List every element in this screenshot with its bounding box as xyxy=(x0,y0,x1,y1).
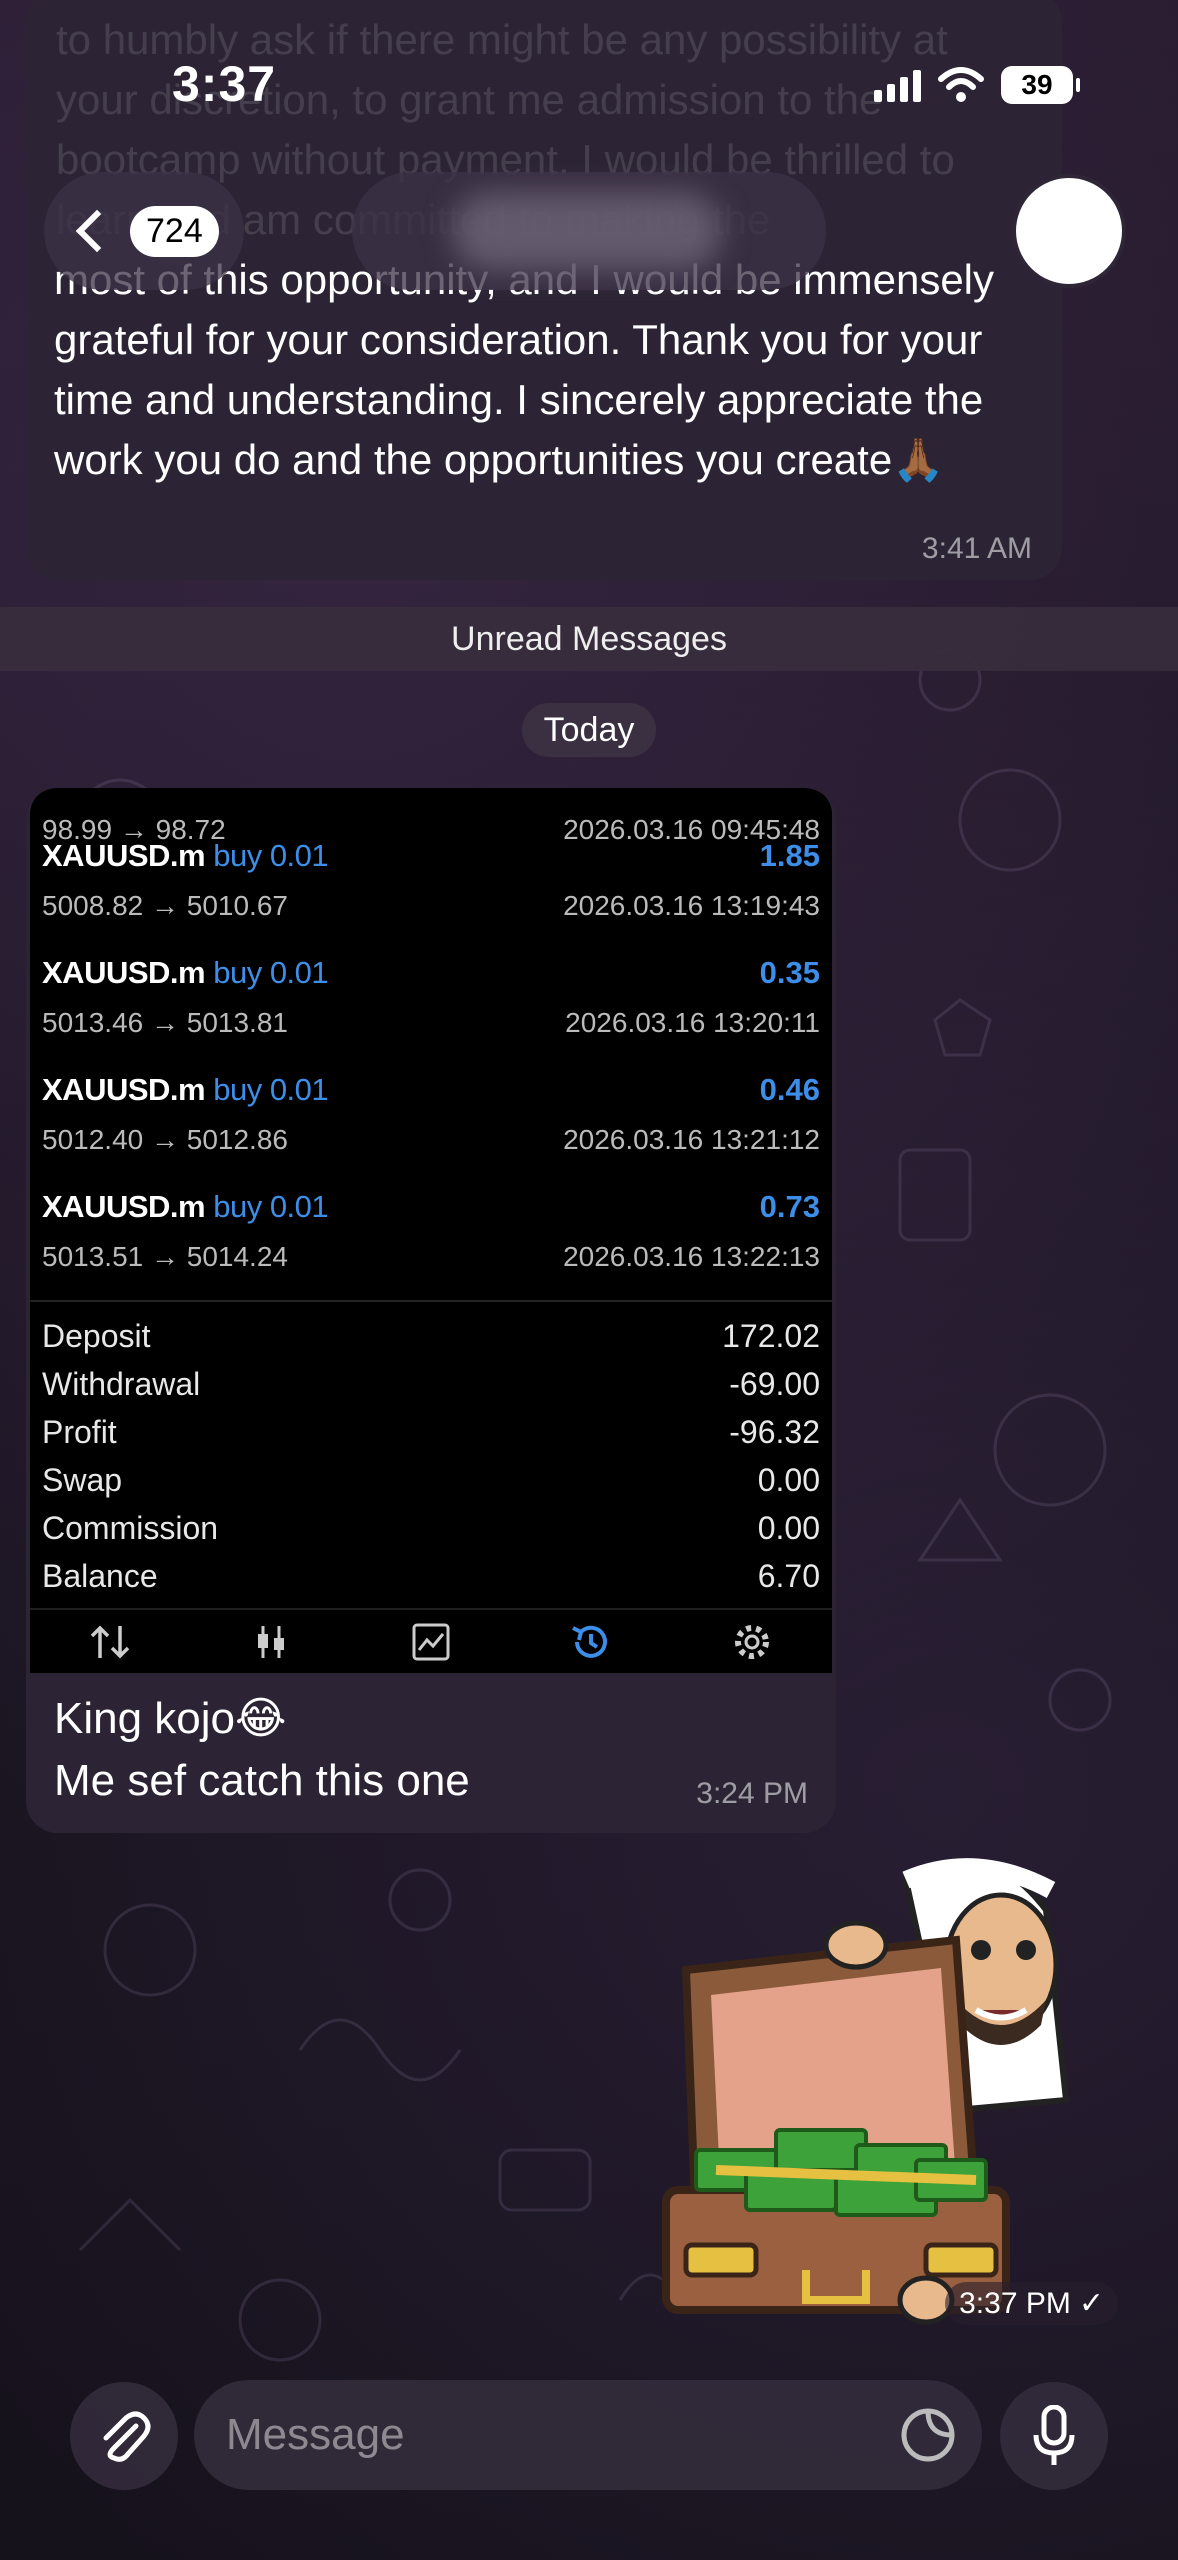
sticker-briefcase xyxy=(662,1935,1010,2314)
message-time: 3:24 PM xyxy=(696,1777,808,1810)
account-summary: Deposit 172.02 Withdrawal -69.00 Profit -96… xyxy=(30,1300,832,1600)
trade-symbol: XAUUSD.m xyxy=(42,955,206,990)
summary-label: Swap xyxy=(42,1461,123,1498)
history-icon xyxy=(561,1617,621,1667)
message-input[interactable]: Message xyxy=(194,2380,982,2490)
trade-time: 2026.03.16 13:22:13 xyxy=(563,1241,820,1272)
message-time: 3:41 AM xyxy=(921,532,1032,565)
sent-check-icon: ✓ xyxy=(1078,2287,1104,2320)
trade-price: 5013.46 → 5013.81 xyxy=(42,1007,288,1038)
blurred-chat-name xyxy=(452,192,722,270)
trade-profit: 1.85 xyxy=(759,838,820,873)
summary-value: 172.02 xyxy=(722,1317,820,1354)
trade-side: buy 0.01 xyxy=(213,1072,329,1107)
sticker-icon[interactable] xyxy=(900,2407,956,2463)
microphone-icon xyxy=(1033,2405,1075,2465)
app-toolbar xyxy=(30,1608,832,1673)
summary-label: Withdrawal xyxy=(42,1365,201,1402)
trade-profit: 0.35 xyxy=(759,955,820,990)
trade-row: XAUUSD.m buy 0.01 1.85 5008.82 → 5010.67… xyxy=(30,824,832,941)
quotes-icon xyxy=(80,1617,140,1667)
trade-time: 2026.03.16 13:20:11 xyxy=(565,1007,820,1038)
sticker-timestamp: 3:37 PM ✓ xyxy=(945,2282,1118,2325)
trade-time: 2026.03.16 13:19:43 xyxy=(563,890,820,921)
chat-title[interactable] xyxy=(352,172,826,290)
status-icons: 39 xyxy=(874,66,1080,104)
avatar[interactable] xyxy=(1012,174,1126,288)
unread-count-badge: 724 xyxy=(130,205,219,257)
back-button[interactable]: 724 xyxy=(44,172,244,290)
trade-price: 5013.51 → 5014.24 xyxy=(42,1241,288,1272)
summary-value: 6.70 xyxy=(757,1557,820,1594)
date-separator: Today xyxy=(522,703,656,757)
chevron-left-icon xyxy=(75,209,119,253)
summary-label: Deposit xyxy=(42,1317,151,1354)
summary-value: 0.00 xyxy=(757,1509,820,1546)
summary-row: Withdrawal -69.00 xyxy=(30,1360,832,1408)
caption-line: Me sef catch this one xyxy=(54,1756,470,1805)
trade-side: buy 0.01 xyxy=(213,1189,329,1224)
trade-symbol: XAUUSD.m xyxy=(42,1189,206,1224)
settings-gear-icon xyxy=(722,1617,782,1667)
summary-value: 0.00 xyxy=(757,1461,820,1498)
trade-chart-icon xyxy=(401,1617,461,1667)
status-time: 3:37 xyxy=(172,56,277,112)
trade-symbol: XAUUSD.m xyxy=(42,838,206,873)
unread-messages-divider: Unread Messages xyxy=(0,607,1178,671)
trade-price: 5012.40 → 5012.86 xyxy=(42,1124,288,1155)
trade-price: 5008.82 → 5010.67 xyxy=(42,890,288,921)
trade-row: XAUUSD.m buy 0.01 0.35 5013.46 → 5013.81… xyxy=(30,941,832,1058)
summary-row: Deposit 172.02 xyxy=(30,1312,832,1360)
message-caption: King kojo😂 Me sef catch this one xyxy=(54,1688,470,1812)
summary-label: Profit xyxy=(42,1413,117,1450)
caption-line: King kojo😂 xyxy=(54,1694,287,1743)
trade-symbol: XAUUSD.m xyxy=(42,1072,206,1107)
summary-row: Swap 0.00 xyxy=(30,1456,832,1504)
message-time: 3:37 PM xyxy=(959,2286,1071,2320)
summary-row: Profit -96.32 xyxy=(30,1408,832,1456)
trade-row: XAUUSD.m buy 0.01 0.46 5012.40 → 5012.86… xyxy=(30,1058,832,1175)
chart-candles-icon xyxy=(241,1617,301,1667)
summary-label: Commission xyxy=(42,1509,219,1546)
trading-history-screenshot[interactable]: 98.99 → 98.72 2026.03.16 09:45:48 XAUUSD… xyxy=(30,788,832,1673)
wifi-icon xyxy=(938,67,984,102)
trade-row: XAUUSD.m buy 0.01 0.73 5013.51 → 5014.24… xyxy=(30,1175,832,1292)
summary-label: Balance xyxy=(42,1557,158,1594)
trade-profit: 0.46 xyxy=(759,1072,820,1107)
summary-row: Balance 6.70 xyxy=(30,1552,832,1600)
money-briefcase-sticker[interactable] xyxy=(656,1850,1116,2330)
summary-value: -96.32 xyxy=(729,1413,820,1450)
cellular-signal-icon xyxy=(874,68,921,102)
battery-icon: 39 xyxy=(1001,66,1080,104)
attach-button[interactable] xyxy=(70,2382,178,2490)
voice-record-button[interactable] xyxy=(1000,2382,1108,2490)
trade-side: buy 0.01 xyxy=(213,955,329,990)
summary-value: -69.00 xyxy=(729,1365,820,1402)
message-input-placeholder: Message xyxy=(226,2410,405,2459)
incoming-photo-message[interactable]: 98.99 → 98.72 2026.03.16 09:45:48 XAUUSD… xyxy=(26,788,836,1833)
trade-profit: 0.73 xyxy=(759,1189,820,1224)
status-bar: 3:37 39 xyxy=(0,0,1178,170)
summary-row: Commission 0.00 xyxy=(30,1504,832,1552)
paperclip-icon xyxy=(103,2411,151,2462)
trade-side: buy 0.01 xyxy=(213,838,329,873)
trade-time: 2026.03.16 13:21:12 xyxy=(563,1124,820,1155)
